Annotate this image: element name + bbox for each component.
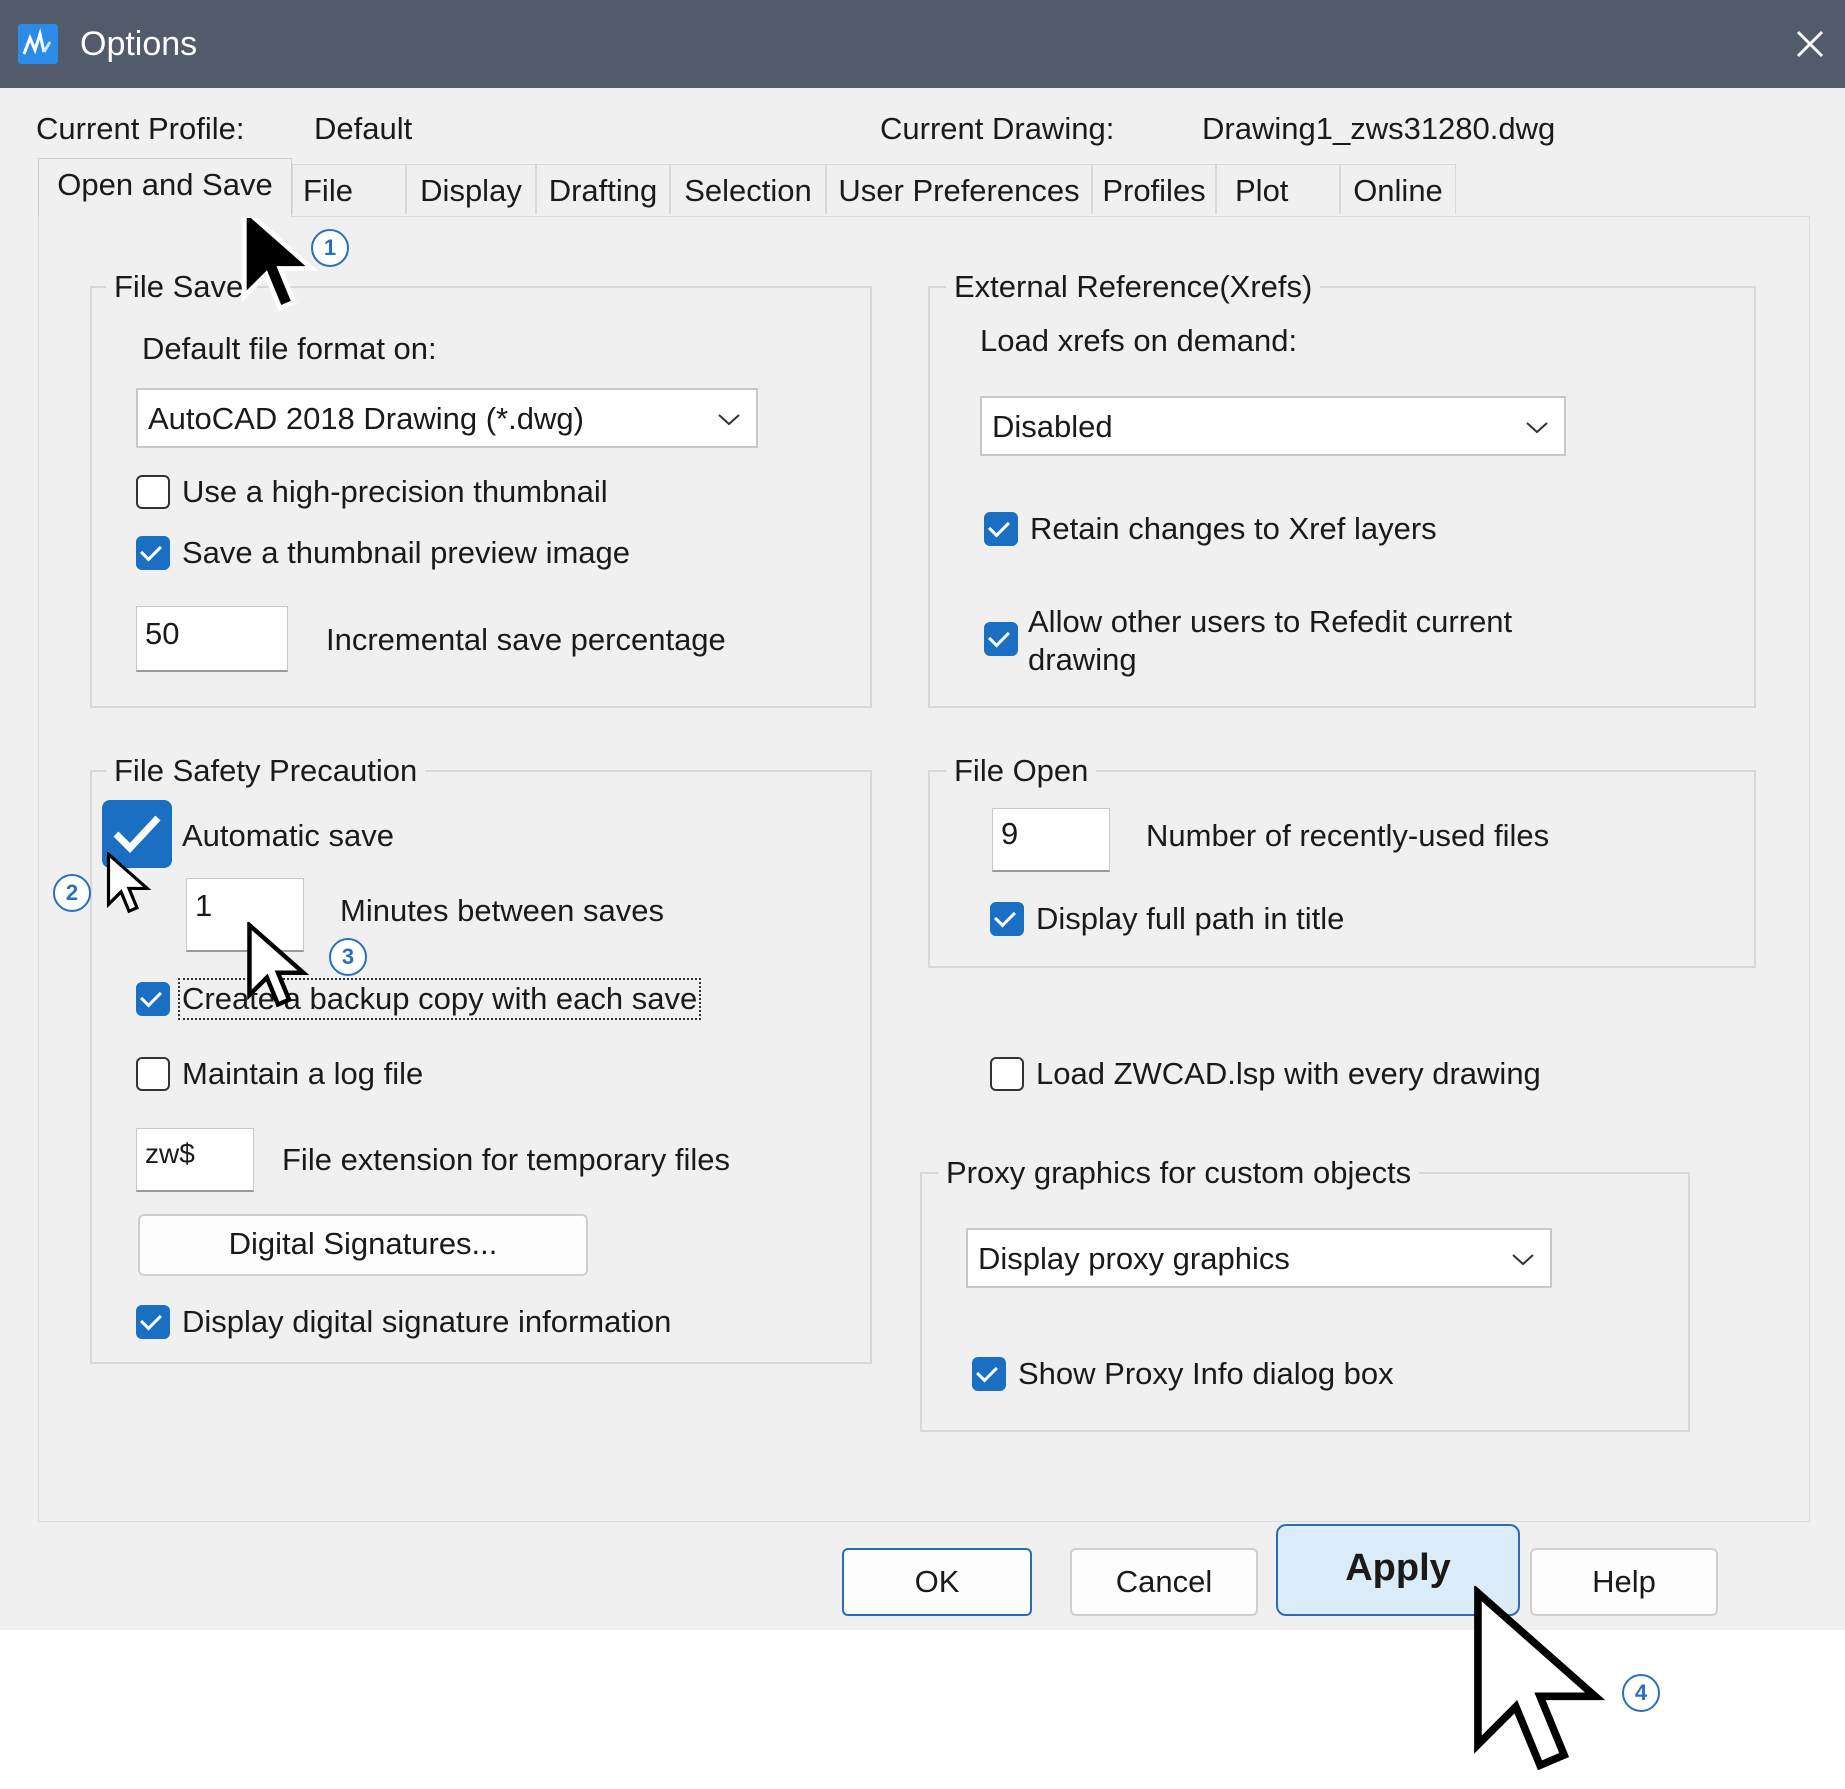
thumbnail-checkbox[interactable] (136, 536, 170, 570)
file-open-title: File Open (946, 752, 1097, 790)
load-lsp-checkbox[interactable] (990, 1057, 1024, 1091)
full-path-checkbox[interactable] (990, 902, 1024, 936)
cancel-button[interactable]: Cancel (1070, 1548, 1258, 1616)
tab-online[interactable]: Online (1340, 164, 1456, 214)
chevron-down-icon (1526, 422, 1548, 434)
tab-display[interactable]: Display (406, 164, 536, 214)
high-precision-label: Use a high-precision thumbnail (182, 474, 608, 509)
tab-user-preferences[interactable]: User Preferences (826, 164, 1092, 214)
checkmark-icon (113, 815, 161, 854)
xrefs-title: External Reference(Xrefs) (946, 268, 1321, 306)
log-file-checkbox[interactable] (136, 1057, 170, 1091)
tab-open-and-save[interactable]: Open and Save (38, 158, 292, 218)
retain-xref-checkbox[interactable] (984, 512, 1018, 546)
proxy-graphics-select[interactable]: Display proxy graphics (966, 1228, 1552, 1288)
current-drawing-value: Drawing1_zws31280.dwg (1202, 111, 1556, 146)
recent-files-input[interactable]: 9 (992, 808, 1110, 872)
proxy-graphics-value: Display proxy graphics (978, 1241, 1290, 1276)
allow-refedit-checkbox[interactable] (984, 622, 1018, 656)
digital-signatures-button[interactable]: Digital Signatures... (138, 1214, 588, 1276)
minutes-value: 1 (195, 888, 213, 923)
step-marker-1: 1 (311, 229, 349, 267)
ok-button[interactable]: OK (842, 1548, 1032, 1616)
tab-plot[interactable]: Plot (1216, 164, 1340, 214)
step-marker-4: 4 (1622, 1674, 1660, 1712)
current-profile-label: Current Profile: (36, 111, 245, 146)
temp-extension-label: File extension for temporary files (282, 1142, 730, 1177)
chevron-down-icon (1512, 1254, 1534, 1266)
current-profile-value: Default (314, 111, 413, 146)
help-button[interactable]: Help (1530, 1548, 1718, 1616)
close-icon[interactable] (1790, 24, 1830, 64)
backup-copy-checkbox[interactable] (136, 982, 170, 1016)
incremental-save-value: 50 (145, 616, 180, 651)
log-file-label: Maintain a log file (182, 1056, 424, 1091)
recent-files-label: Number of recently-used files (1146, 818, 1550, 853)
proxy-graphics-title: Proxy graphics for custom objects (938, 1154, 1420, 1192)
incremental-save-input[interactable]: 50 (136, 606, 288, 672)
file-format-value: AutoCAD 2018 Drawing (*.dwg) (148, 401, 584, 436)
display-signature-label: Display digital signature information (182, 1304, 672, 1339)
incremental-save-label: Incremental save percentage (326, 622, 726, 657)
show-proxy-info-checkbox[interactable] (972, 1357, 1006, 1391)
automatic-save-label: Automatic save (182, 818, 394, 853)
step-marker-2: 2 (53, 874, 91, 912)
temp-extension-input[interactable]: zw$ (136, 1128, 254, 1192)
minutes-label: Minutes between saves (340, 893, 664, 928)
allow-refedit-label-line2: drawing (1028, 642, 1137, 677)
tab-drafting[interactable]: Drafting (536, 164, 670, 214)
app-icon (18, 24, 58, 64)
high-precision-checkbox[interactable] (136, 475, 170, 509)
full-path-label: Display full path in title (1036, 901, 1345, 936)
file-format-select[interactable]: AutoCAD 2018 Drawing (*.dwg) (136, 388, 758, 448)
title-bar (0, 0, 1845, 88)
thumbnail-label: Save a thumbnail preview image (182, 535, 631, 570)
chevron-down-icon (718, 414, 740, 426)
default-format-label: Default file format on: (142, 331, 437, 366)
automatic-save-checkbox[interactable] (102, 800, 172, 868)
minutes-input[interactable]: 1 (186, 878, 304, 952)
allow-refedit-label-line1: Allow other users to Refedit current (1028, 604, 1513, 639)
current-drawing-label: Current Drawing: (880, 111, 1115, 146)
tab-profiles[interactable]: Profiles (1092, 164, 1216, 214)
show-proxy-info-label: Show Proxy Info dialog box (1018, 1356, 1394, 1391)
load-xrefs-value: Disabled (992, 409, 1113, 444)
load-xrefs-label: Load xrefs on demand: (980, 323, 1298, 358)
recent-files-value: 9 (1001, 816, 1019, 851)
backup-copy-label: Create a backup copy with each save (178, 978, 702, 1020)
step-marker-3: 3 (329, 938, 367, 976)
load-lsp-label: Load ZWCAD.lsp with every drawing (1036, 1056, 1541, 1091)
tab-file[interactable]: File (292, 164, 406, 214)
load-xrefs-select[interactable]: Disabled (980, 396, 1566, 456)
tab-selection[interactable]: Selection (670, 164, 826, 214)
file-safety-title: File Safety Precaution (106, 752, 426, 790)
proxy-graphics-group (920, 1172, 1690, 1432)
window-title: Options (80, 25, 198, 63)
temp-extension-value: zw$ (145, 1138, 195, 1169)
file-save-title: File Save (106, 268, 252, 306)
apply-button[interactable]: Apply (1276, 1524, 1520, 1616)
retain-xref-label: Retain changes to Xref layers (1030, 511, 1437, 546)
display-signature-checkbox[interactable] (136, 1305, 170, 1339)
